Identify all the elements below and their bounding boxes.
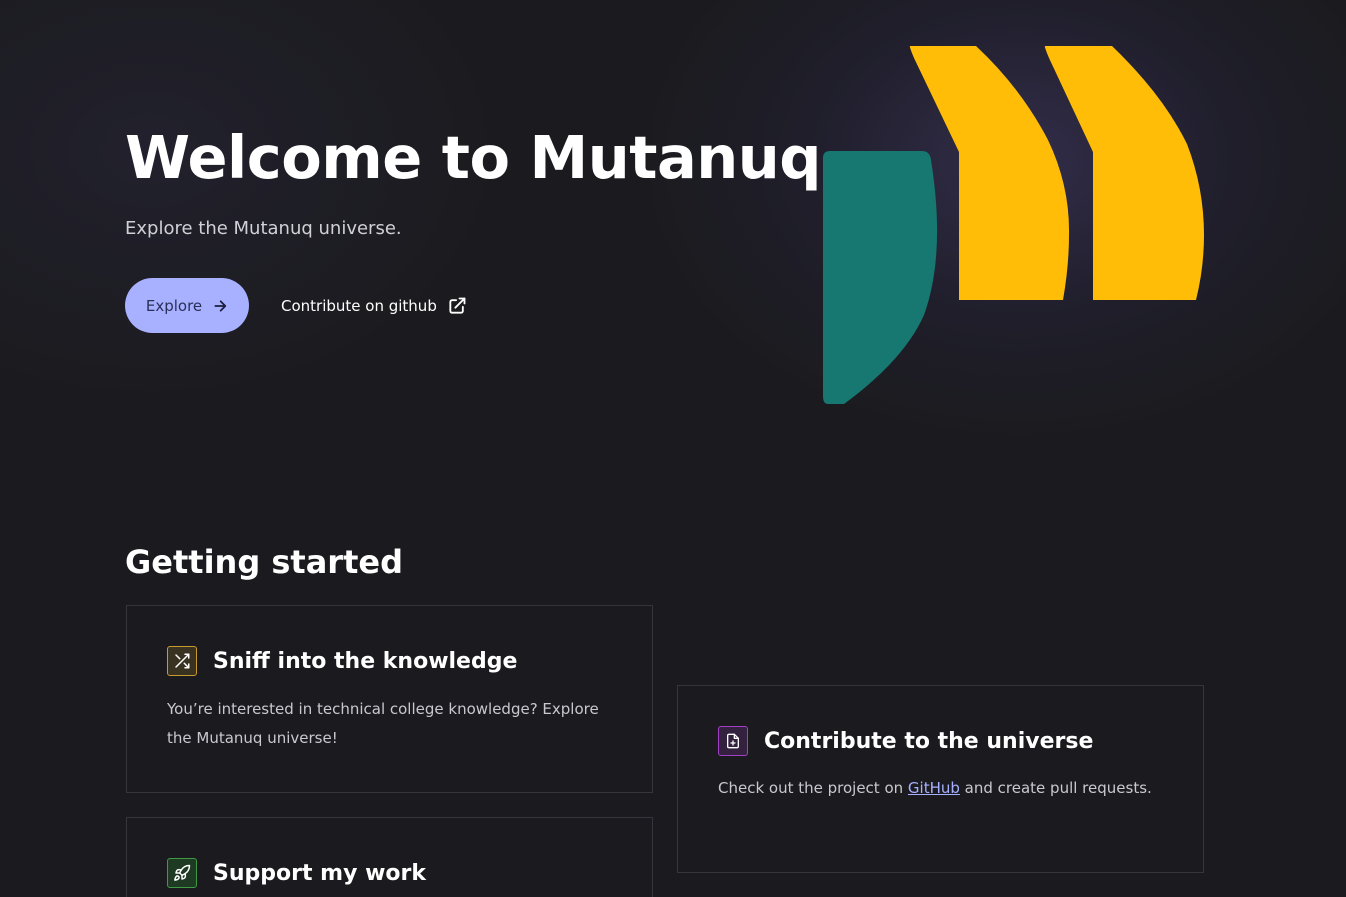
logo-teal-shape	[823, 151, 938, 404]
hero-tagline: Explore the Mutanuq universe.	[125, 218, 402, 239]
external-link-icon	[449, 297, 466, 314]
explore-button-label: Explore	[145, 296, 203, 315]
card-description-text: Check out the project on	[718, 779, 908, 797]
background-glow-left	[0, 0, 500, 400]
getting-started-title: Getting started	[125, 543, 403, 581]
page: Welcome to Mutanuq Explore the Mutanuq u…	[0, 0, 1346, 897]
contribute-github-label: Contribute on github	[281, 297, 437, 315]
contribute-github-link[interactable]: Contribute on github	[281, 294, 467, 318]
rocket-icon	[167, 858, 197, 888]
card-support-work[interactable]: Support my work	[126, 817, 653, 897]
card-title: Support my work	[213, 860, 426, 886]
shuffle-icon	[167, 646, 197, 676]
arrow-right-icon	[214, 299, 227, 312]
card-description-text: and create pull requests.	[959, 779, 1152, 797]
logo-yellow-shape-right	[1044, 46, 1204, 300]
card-contribute-universe: Contribute to the universe Check out the…	[677, 685, 1204, 873]
hero-title: Welcome to Mutanuq	[125, 123, 822, 192]
card-header: Sniff into the knowledge	[167, 646, 517, 676]
card-header: Contribute to the universe	[718, 726, 1093, 756]
card-description: You’re interested in technical college k…	[167, 700, 599, 747]
card-sniff-knowledge[interactable]: Sniff into the knowledge You’re interest…	[126, 605, 653, 793]
file-plus-icon	[718, 726, 748, 756]
card-header: Support my work	[167, 858, 426, 888]
card-description: Check out the project on GitHub and crea…	[718, 774, 1178, 803]
github-link[interactable]: GitHub	[908, 779, 960, 797]
card-title: Contribute to the universe	[764, 728, 1094, 754]
card-title: Sniff into the knowledge	[213, 648, 518, 674]
mutanuq-logo	[823, 46, 1204, 404]
explore-button[interactable]: Explore	[125, 278, 249, 333]
